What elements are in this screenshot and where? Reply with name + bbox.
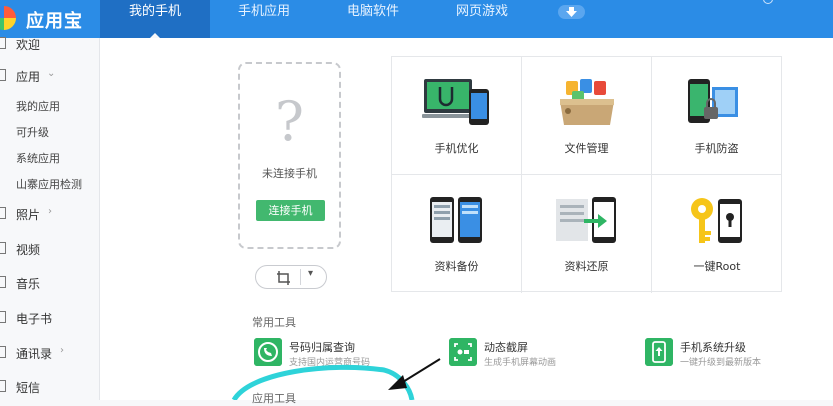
main-content: ? 未连接手机 连接手机 ▾ 手机优化 文件管理 手机防盗 资料备份 资料还原 … — [100, 38, 833, 405]
sidebar-sub-upgradable[interactable]: 可升级 — [16, 124, 49, 140]
feature-label: 文件管理 — [564, 142, 609, 155]
feature-file-manager[interactable]: 文件管理 — [522, 57, 652, 175]
download-arrow-icon — [566, 7, 577, 17]
feature-label: 一键Root — [693, 260, 741, 273]
tab-web-games[interactable]: 网页游戏 — [428, 0, 536, 38]
phone-status-panel: ? 未连接手机 连接手机 — [238, 62, 341, 249]
sidebar-sub-system-apps[interactable]: 系统应用 — [16, 150, 60, 166]
root-key-icon — [691, 198, 742, 243]
sms-icon — [0, 380, 6, 392]
tool-description: 一键升级到最新版本 — [680, 358, 762, 368]
sidebar-item-label: 短信 — [16, 381, 41, 395]
sidebar-item-label: 欢迎 — [16, 38, 41, 52]
feature-root[interactable]: 一键Root — [652, 175, 782, 293]
sidebar-item-label: 照片 — [16, 208, 41, 222]
sidebar: 欢迎 应用 ⌄ 我的应用 可升级 系统应用 山寨应用检测 照片 › 视频 音乐 … — [0, 37, 100, 400]
crop-icon — [277, 271, 290, 285]
tab-phone-apps[interactable]: 手机应用 — [210, 0, 318, 38]
feature-label: 手机优化 — [434, 142, 479, 155]
connect-phone-button[interactable]: 连接手机 — [256, 200, 325, 221]
tool-name: 号码归属查询 — [289, 341, 355, 354]
phone-lookup-icon — [254, 338, 282, 366]
feature-label: 资料还原 — [564, 260, 609, 273]
screenshot-button[interactable]: ▾ — [255, 265, 327, 289]
system-upgrade-icon — [645, 338, 673, 366]
app-name: 应用宝 — [26, 11, 83, 32]
photos-icon — [0, 207, 6, 219]
sidebar-item-label: 音乐 — [16, 277, 41, 291]
phone-status-text: 未连接手机 — [262, 167, 317, 180]
tool-name: 手机系统升级 — [680, 341, 746, 354]
chevron-right-icon: › — [48, 206, 52, 217]
videos-icon — [0, 242, 6, 254]
tab-my-phone[interactable]: 我的手机 — [100, 0, 210, 38]
app-tools-title: 应用工具 — [252, 392, 296, 405]
backup-icon — [430, 197, 482, 243]
download-button[interactable] — [558, 5, 585, 19]
sidebar-item-label: 应用 — [16, 70, 41, 84]
restore-icon — [556, 197, 616, 243]
sidebar-sub-fake-app-check[interactable]: 山寨应用检测 — [16, 176, 82, 192]
feature-restore[interactable]: 资料还原 — [522, 175, 652, 293]
sidebar-item-label: 视频 — [16, 243, 41, 257]
sidebar-sub-my-apps[interactable]: 我的应用 — [16, 98, 60, 114]
status-circle-icon[interactable] — [763, 0, 773, 4]
phone-optimize-icon — [422, 79, 489, 125]
feature-anti-theft[interactable]: 手机防盗 — [652, 57, 782, 175]
feature-phone-optimize[interactable]: 手机优化 — [392, 57, 522, 175]
feature-grid: 手机优化 文件管理 手机防盗 资料备份 资料还原 一键Root — [391, 56, 782, 293]
common-tools-title: 常用工具 — [252, 316, 296, 329]
button-divider — [300, 269, 301, 285]
file-manager-icon — [560, 79, 614, 125]
chevron-down-icon: ⌄ — [47, 68, 56, 79]
tool-name: 动态截屏 — [484, 341, 528, 354]
tool-dynamic-screenshot[interactable]: 动态截屏 生成手机屏幕动画 — [449, 338, 639, 370]
welcome-icon — [0, 37, 6, 49]
tool-number-lookup[interactable]: 号码归属查询 支持国内运营商号码 — [254, 338, 444, 370]
tool-description: 生成手机屏幕动画 — [484, 358, 557, 368]
anti-theft-icon — [688, 79, 738, 123]
apps-icon — [0, 69, 6, 81]
sidebar-item-label: 通讯录 — [16, 347, 53, 361]
feature-label: 资料备份 — [434, 260, 479, 273]
screen-capture-icon — [449, 338, 477, 366]
tool-description: 支持国内运营商号码 — [289, 358, 371, 368]
ebooks-icon — [0, 311, 6, 323]
question-mark-icon: ? — [275, 90, 304, 153]
feature-label: 手机防盗 — [694, 142, 739, 155]
logo-icon — [0, 6, 16, 30]
tab-pc-software[interactable]: 电脑软件 — [318, 0, 428, 38]
tool-system-upgrade[interactable]: 手机系统升级 一键升级到最新版本 — [645, 338, 833, 370]
music-icon — [0, 276, 6, 288]
app-logo[interactable]: 应用宝 — [0, 0, 100, 38]
sidebar-item-label: 电子书 — [16, 312, 53, 326]
top-bar: 应用宝 我的手机 手机应用 电脑软件 网页游戏 — [0, 0, 833, 38]
chevron-right-icon: › — [60, 345, 64, 356]
dropdown-caret-icon[interactable]: ▾ — [308, 268, 313, 279]
contacts-icon — [0, 346, 6, 358]
feature-backup[interactable]: 资料备份 — [392, 175, 522, 293]
